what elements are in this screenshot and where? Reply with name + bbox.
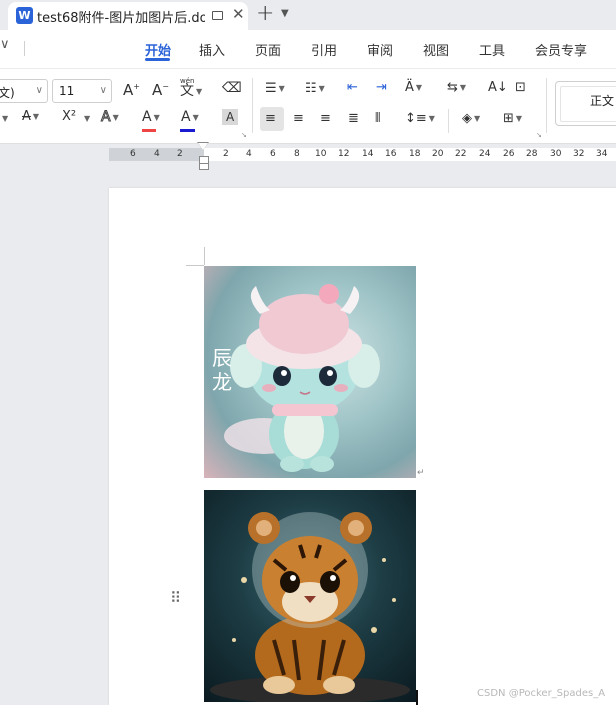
sort-swap-button[interactable]: ⇆ ▼ [447,80,466,95]
decrease-indent-icon[interactable]: ⇤ [347,80,358,95]
increase-indent-icon[interactable]: ⇥ [376,80,387,95]
tiger-image[interactable] [204,490,416,702]
menu-bar: ∨ 开始 插入 页面 引用 审阅 视图 工具 会员专享 [0,30,616,68]
style-normal-gallery[interactable]: 正文 [555,81,616,126]
numbered-list-button[interactable]: ☷ ▼ [305,81,325,96]
ruler-tick: 16 [385,149,397,159]
align-justify-icon[interactable]: ≣ [348,111,359,126]
ruler-tick: 24 [479,149,491,159]
text-direction-button[interactable]: Ä ▼ [405,80,422,95]
menu-tab-view[interactable]: 视图 [423,40,449,59]
menu-separator [24,41,25,56]
chevron-down-icon: ∨ [99,85,107,96]
margin-corner-mark [186,265,204,266]
ruler-tick: 18 [409,149,421,159]
drag-handle-icon[interactable]: ⠿ [170,589,181,607]
ruler-tick: 2 [223,149,229,159]
clear-format-eraser-icon[interactable]: ⌫ [222,80,242,96]
menu-tab-references[interactable]: 引用 [311,40,337,59]
ruler-tick: 20 [432,149,444,159]
menu-tab-home[interactable]: 开始 [145,40,171,59]
menu-tab-page[interactable]: 页面 [255,40,281,59]
active-tab-underline [145,58,170,61]
chevron-down-icon[interactable]: ▼ [281,8,289,19]
title-bar: W test68附件-图片加图片后.doc ✕ + ▼ [0,0,616,30]
distributed-align-icon[interactable]: ⫴ [375,111,380,126]
ruler-tick: 6 [130,149,136,159]
borders-button[interactable]: ⊞ ▼ [503,111,522,126]
menu-tab-review[interactable]: 审阅 [367,40,393,59]
show-marks-icon[interactable]: ⊡ [515,80,526,95]
superscript-button[interactable]: X² [62,109,76,124]
menu-tab-membership[interactable]: 会员专享 [535,40,587,59]
align-right-icon[interactable]: ≡ [320,111,331,126]
align-left-icon[interactable]: ≡ [265,111,276,126]
ruler-tick: 30 [550,149,562,159]
ribbon-separator [546,78,547,133]
horizontal-ruler[interactable]: 6 4 2 2 4 6 8 10 12 14 16 18 20 22 24 26… [109,148,616,161]
highlight-color-bar [142,129,156,132]
font-size-value: 11 [59,84,75,98]
margin-corner-mark [204,247,205,265]
line-spacing-button[interactable]: ↕≡ ▼ [405,111,435,126]
ruler-tick: 10 [315,149,327,159]
dragon-image-caption: 辰龙 [212,346,232,394]
sort-az-icon[interactable]: A↓ [488,80,508,95]
text-effect-button[interactable]: A ▼ [101,109,119,126]
ruler-tick: 6 [270,149,276,159]
ruler-tick: 4 [246,149,252,159]
menu-tab-insert[interactable]: 插入 [199,40,225,59]
close-tab-icon[interactable]: ✕ [232,5,245,23]
font-color-button[interactable]: A ▼ [181,109,199,125]
ruler-tick: 8 [294,149,300,159]
font-dialog-launcher-icon[interactable]: ↘ [241,131,247,139]
grow-font-button[interactable]: A+ [123,81,140,99]
phonetic-guide-button[interactable]: wén 文 ▼ [180,77,202,100]
ruler-tick: 28 [526,149,538,159]
text-cursor [416,690,418,705]
bold-caret[interactable]: ▼ [0,111,8,126]
ruler-tick: 14 [362,149,374,159]
new-tab-plus-icon[interactable]: + [256,1,274,26]
style-normal-label: 正文 [590,94,615,108]
shading-bucket-icon[interactable]: ◈ ▼ [462,111,480,126]
shrink-font-button[interactable]: A− [152,81,169,99]
highlight-button[interactable]: A ▼ [142,109,160,125]
dragon-image[interactable]: 辰龙 [204,266,416,478]
document-tab-title: test68附件-图片加图片后.doc [37,11,205,26]
font-name-select[interactable]: 文) ∨ [0,79,48,103]
ruler-tick: 22 [455,149,467,159]
font-color-bar [180,129,195,132]
align-center-icon[interactable]: ≡ [293,111,304,126]
watermark: CSDN @Pocker_Spades_A [477,688,606,699]
ribbon-separator [448,109,449,133]
character-shading-button[interactable]: A [222,109,239,125]
dragon-illustration [224,284,380,472]
ribbon-separator [252,78,253,133]
chevron-down-icon: ∨ [35,85,43,96]
font-size-select[interactable]: 11 ∨ [52,79,112,103]
tiger-illustration [210,512,410,702]
superscript-caret-icon[interactable]: ▼ [82,111,90,126]
ruler-tick: 32 [573,149,585,159]
ruler-tick: 26 [503,149,515,159]
monitor-icon[interactable] [212,11,223,20]
ribbon-toolbar: 文) ∨ 11 ∨ A+ A− wén 文 ▼ ⌫ ▼ A ▼ X² ▼ A ▼ A ▼ … [0,68,616,144]
font-name-value: 文) [0,86,15,100]
wps-writer-logo-icon: W [16,7,33,24]
bullet-list-button[interactable]: ☰ ▼ [265,81,285,96]
collapse-chevron-icon[interactable]: ∨ [0,37,10,52]
ruler-tick: 34 [596,149,608,159]
document-tab[interactable]: W test68附件-图片加图片后.doc ✕ [8,2,248,30]
left-indent-marker[interactable] [199,163,209,170]
ruler-tick: 4 [154,149,160,159]
first-line-indent-marker-fill [198,143,208,150]
menu-tab-tools[interactable]: 工具 [479,40,505,59]
paragraph-mark: ↵ [417,468,425,478]
ruler-tick: 12 [338,149,350,159]
ruler-tick: 2 [177,149,183,159]
strikethrough-button[interactable]: A ▼ [22,109,39,124]
paragraph-dialog-launcher-icon[interactable]: ↘ [536,131,542,139]
